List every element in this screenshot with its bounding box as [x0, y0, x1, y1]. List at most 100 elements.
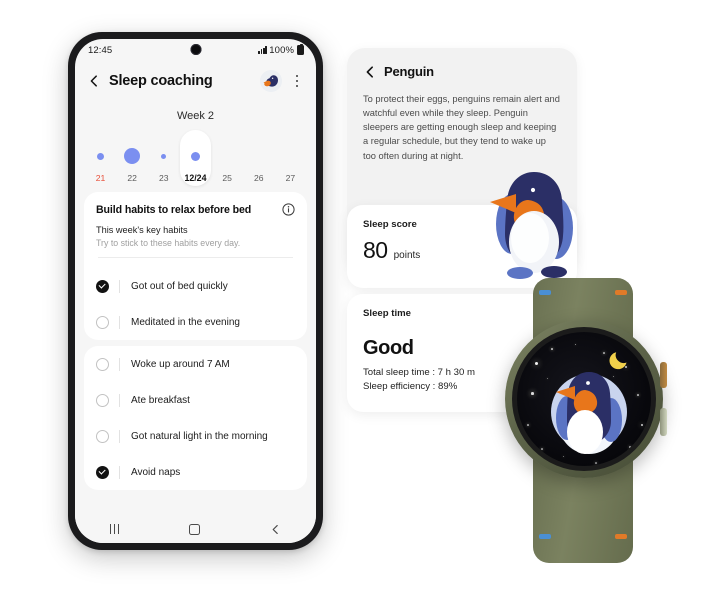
habit-label: Ate breakfast — [131, 394, 190, 406]
habit-row[interactable]: Got out of bed quickly — [84, 268, 307, 304]
screenshot-root: 12:45 100% Sleep coaching Week 2 21 22 2… — [0, 0, 720, 600]
checkbox-unchecked-icon[interactable] — [96, 315, 109, 329]
week-day-4[interactable]: 25 — [212, 130, 243, 186]
phone-screen: 12:45 100% Sleep coaching Week 2 21 22 2… — [75, 39, 316, 543]
habit-label: Meditated in the evening — [131, 316, 240, 328]
page-title: Sleep coaching — [109, 73, 213, 89]
content-scroll-area[interactable]: Build habits to relax before bed This we… — [75, 186, 316, 515]
star-icon-12 — [595, 462, 597, 464]
star-icon-4 — [625, 366, 627, 368]
battery-percent-label: 100% — [269, 44, 294, 56]
penguin-avatar-icon[interactable] — [260, 70, 282, 92]
status-bar: 12:45 100% — [75, 39, 316, 61]
week-day-dot-wrap — [161, 142, 167, 170]
week-day-3[interactable]: 12/24 — [179, 130, 211, 186]
week-day-label: 22 — [127, 173, 137, 183]
habit-row[interactable]: Got natural light in the morning — [84, 418, 307, 454]
week-day-2[interactable]: 23 — [148, 130, 179, 186]
habit-label: Woke up around 7 AM — [131, 358, 230, 370]
week-day-1[interactable]: 22 — [117, 130, 148, 186]
watch-face-screen[interactable] — [517, 332, 651, 466]
week-day-strip: 21 22 23 12/24 25 26 27 — [75, 130, 316, 186]
star-icon-10 — [629, 446, 631, 448]
penguin-card-header: Penguin — [363, 64, 561, 79]
recents-icon[interactable] — [110, 524, 119, 534]
checkbox-unchecked-icon[interactable] — [96, 429, 109, 443]
watch-top-button-icon[interactable] — [660, 362, 667, 388]
star-icon-1 — [551, 348, 553, 350]
watch-band-notch-blue-top — [539, 290, 551, 295]
habit-row-divider — [119, 315, 120, 329]
star-icon-5 — [531, 392, 534, 395]
checkbox-checked-icon[interactable] — [96, 465, 109, 479]
sleep-dot-1 — [124, 148, 141, 164]
habit-row-divider — [119, 465, 120, 479]
habit-row-divider — [119, 279, 120, 293]
week-day-5[interactable]: 26 — [243, 130, 274, 186]
watch-band-notch-blue-bottom — [539, 534, 551, 539]
week-day-dot-wrap — [190, 142, 200, 170]
smartwatch-device — [483, 278, 683, 563]
week-day-label: 21 — [95, 173, 106, 183]
habits-note: Try to stick to these habits every day. — [96, 238, 241, 248]
checkbox-unchecked-icon[interactable] — [96, 357, 109, 371]
week-day-label: 26 — [254, 173, 264, 183]
habits-divider — [98, 257, 293, 258]
status-time: 12:45 — [88, 44, 113, 56]
habits-subtitle: This week's key habits — [96, 225, 188, 235]
sleep-dot-3 — [190, 151, 200, 161]
habit-label: Avoid naps — [131, 466, 181, 478]
sleep-dot-2 — [161, 153, 167, 159]
sleep-dot-0 — [97, 152, 104, 160]
habit-row[interactable]: Ate breakfast — [84, 382, 307, 418]
week-day-label: 12/24 — [184, 173, 207, 183]
star-icon-3 — [603, 352, 605, 354]
info-icon[interactable] — [282, 203, 295, 216]
habits-card-header: Build habits to relax before bed This we… — [84, 192, 307, 268]
habits-title-row: Build habits to relax before bed — [96, 203, 295, 216]
habits-card: Build habits to relax before bed This we… — [84, 192, 307, 340]
habit-label: Got natural light in the morning — [131, 430, 268, 442]
habits-title: Build habits to relax before bed — [96, 203, 252, 216]
checkbox-unchecked-icon[interactable] — [96, 393, 109, 407]
android-nav-bar — [75, 515, 316, 543]
back-chevron-icon[interactable] — [87, 74, 101, 88]
penguin-watch-face-icon — [551, 372, 627, 454]
week-day-dot-wrap — [97, 142, 104, 170]
signal-bars-icon — [258, 46, 268, 54]
week-day-dot-wrap — [124, 142, 141, 170]
watch-case — [505, 320, 667, 478]
home-icon[interactable] — [188, 523, 200, 535]
habit-label: Got out of bed quickly — [131, 280, 228, 292]
habit-row-divider — [119, 429, 120, 443]
star-icon-8 — [637, 394, 639, 396]
sleep-score-number: 80 — [363, 237, 388, 263]
week-day-label: 25 — [222, 173, 232, 183]
habits-list-group-2: Woke up around 7 AM Ate breakfast Got natu… — [84, 346, 307, 490]
habit-row[interactable]: Avoid naps — [84, 454, 307, 490]
habit-row[interactable]: Woke up around 7 AM — [84, 346, 307, 382]
penguin-illustration-icon — [476, 160, 586, 282]
week-label: Week 2 — [176, 110, 215, 122]
week-day-label: 27 — [285, 173, 296, 183]
week-day-6[interactable]: 27 — [275, 130, 306, 186]
watch-bottom-button-icon[interactable] — [660, 408, 667, 436]
habit-row-divider — [119, 357, 120, 371]
habits-list-group-1: Got out of bed quickly Meditated in the e… — [84, 268, 307, 340]
nav-back-icon[interactable] — [270, 524, 281, 535]
week-day-0[interactable]: 21 — [85, 130, 116, 186]
checkbox-checked-icon[interactable] — [96, 279, 109, 293]
watch-band-notch-orange-top — [615, 290, 627, 295]
kebab-menu-icon[interactable] — [290, 75, 304, 87]
star-icon-7 — [541, 448, 543, 450]
back-chevron-icon[interactable] — [363, 65, 377, 79]
habit-row[interactable]: Meditated in the evening — [84, 304, 307, 340]
habits-card-secondary: Woke up around 7 AM Ate breakfast Got natu… — [84, 346, 307, 490]
app-bar: Sleep coaching — [75, 61, 316, 101]
status-right-group: 100% — [258, 43, 304, 56]
habit-row-divider — [119, 393, 120, 407]
watch-band-notch-orange-bottom — [615, 534, 627, 539]
penguin-card-body: To protect their eggs, penguins remain a… — [363, 94, 560, 161]
sleep-score-unit: points — [393, 250, 421, 261]
watch-bezel — [512, 327, 656, 471]
